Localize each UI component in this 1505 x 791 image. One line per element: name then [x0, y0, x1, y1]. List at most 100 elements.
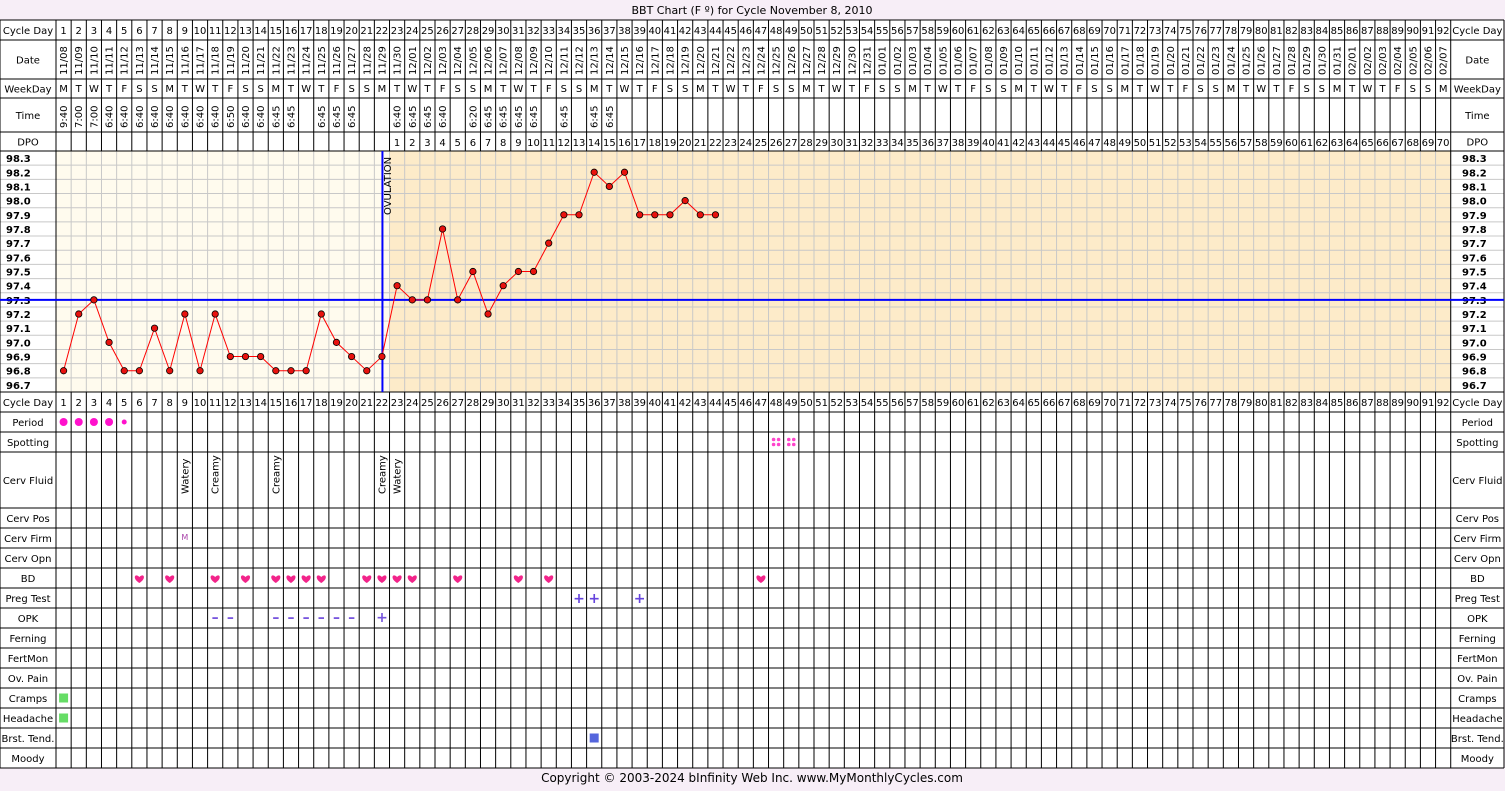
- time-label: 7:00: [89, 106, 100, 128]
- copyright-footer: Copyright © 2003-2024 bInfinity Web Inc.…: [541, 771, 963, 785]
- y-tick-label-right: 98.2: [1462, 168, 1487, 179]
- cycle-day-number: 23: [391, 26, 404, 37]
- cycle-day-number: 44: [709, 398, 722, 409]
- date-label: 01/11: [1029, 46, 1040, 75]
- cycle-day-number: 77: [1209, 26, 1222, 37]
- cycle-day-number: 13: [239, 26, 252, 37]
- weekday-label: M: [484, 84, 493, 95]
- spotting-dot: [776, 442, 781, 447]
- row-label-opk: OPK: [18, 614, 39, 625]
- cycle-day-number: 66: [1043, 398, 1056, 409]
- date-label: 11/29: [377, 46, 388, 75]
- row-background: [0, 412, 1504, 432]
- y-tick-label-right: 97.6: [1462, 253, 1487, 264]
- cycle-day-number: 88: [1376, 398, 1389, 409]
- spotting-dot: [771, 437, 776, 442]
- date-label: 12/02: [423, 46, 434, 75]
- date-label: 01/07: [969, 46, 980, 75]
- cycle-day-number: 92: [1437, 398, 1450, 409]
- row-label-brst-tend: Brst. Tend.: [2, 734, 55, 745]
- weekday-label: F: [1289, 84, 1295, 95]
- cerv-fluid-label: Watery: [180, 458, 191, 494]
- y-tick-label-right: 97.1: [1462, 324, 1487, 335]
- temperature-point: [545, 239, 553, 247]
- date-label: 12/25: [772, 46, 783, 75]
- date-label: 12/29: [832, 46, 843, 75]
- cycle-day-number: 19: [330, 398, 343, 409]
- cycle-day-number: 82: [1285, 398, 1298, 409]
- weekday-label: F: [970, 84, 976, 95]
- weekday-label: F: [440, 84, 446, 95]
- dpo-number: 39: [967, 138, 980, 149]
- date-label: 01/14: [1075, 46, 1086, 75]
- dpo-number: 61: [1300, 138, 1313, 149]
- dpo-number: 64: [1346, 138, 1359, 149]
- date-label: 11/15: [165, 46, 176, 75]
- dpo-number: 48: [1103, 138, 1116, 149]
- dpo-number: 30: [830, 138, 843, 149]
- date-label: 12/05: [468, 46, 479, 75]
- temperature-point: [257, 352, 265, 361]
- cycle-day-number: 64: [1012, 26, 1025, 37]
- cycle-day-number: 61: [967, 398, 980, 409]
- cycle-day-number: 22: [376, 26, 389, 37]
- date-label: 11/20: [241, 46, 252, 75]
- opk-result: +: [376, 610, 388, 626]
- cycle-day-number: 75: [1179, 26, 1192, 37]
- weekday-label: S: [1425, 84, 1431, 95]
- dpo-number: 57: [1240, 138, 1253, 149]
- row-label-fertmon: FertMon: [8, 654, 48, 665]
- dpo-number: 12: [557, 138, 570, 149]
- cycle-day-number: 53: [846, 398, 859, 409]
- dpo-number: 8: [500, 138, 506, 149]
- time-label: 6:45: [317, 106, 328, 128]
- temperature-point: [484, 310, 492, 318]
- dpo-number: 68: [1406, 138, 1419, 149]
- weekday-label: M: [1439, 84, 1448, 95]
- cycle-day-number: 5: [121, 26, 127, 37]
- time-label: 6:45: [559, 106, 570, 128]
- date-label: 12/15: [620, 46, 631, 75]
- cycle-day-number: 28: [467, 398, 480, 409]
- date-label: 01/09: [999, 46, 1010, 75]
- time-label: 6:40: [105, 106, 116, 128]
- weekday-label: S: [879, 84, 885, 95]
- row-background: [0, 508, 1504, 528]
- cerv-fluid-label: Watery: [393, 458, 404, 494]
- cycle-day-number: 49: [785, 26, 798, 37]
- row-label-spotting: Spotting: [7, 438, 49, 449]
- cycle-day-number: 77: [1209, 398, 1222, 409]
- row-background: [0, 688, 1504, 708]
- date-label: 01/16: [1105, 46, 1116, 75]
- date-label: 01/15: [1090, 46, 1101, 75]
- preg-test-result: +: [573, 591, 585, 607]
- cycle-day-number: 14: [254, 26, 267, 37]
- weekday-label: S: [257, 84, 263, 95]
- cycle-day-number: 41: [664, 398, 677, 409]
- cycle-day-number: 39: [633, 26, 646, 37]
- date-label: 12/04: [453, 46, 464, 75]
- cycle-day-number: 3: [91, 26, 97, 37]
- period-dot: [59, 418, 68, 426]
- time-label: 6:45: [590, 106, 601, 128]
- dpo-number: 47: [1088, 138, 1101, 149]
- cycle-day-number: 88: [1376, 26, 1389, 37]
- cycle-day-number: 30: [497, 398, 510, 409]
- weekday-label: W: [195, 84, 205, 95]
- y-tick-label-left: 97.1: [6, 324, 31, 335]
- weekday-label: T: [1166, 84, 1174, 95]
- cycle-day-number: 42: [679, 26, 692, 37]
- weekday-label: S: [1304, 84, 1310, 95]
- temperature-point: [241, 352, 250, 361]
- cycle-day-number: 11: [209, 398, 222, 409]
- weekday-label: M: [802, 84, 811, 95]
- dpo-number: 59: [1270, 138, 1283, 149]
- row-label-period: Period: [12, 418, 43, 429]
- cycle-day-number: 6: [136, 26, 142, 37]
- y-tick-label-left: 97.9: [6, 211, 31, 222]
- row-label-date: Date: [16, 56, 40, 67]
- weekday-label: T: [954, 84, 962, 95]
- row-label-cycle-day: Cycle Day: [1452, 398, 1502, 409]
- row-label-date: Date: [1465, 56, 1489, 67]
- date-label: 11/09: [74, 46, 85, 75]
